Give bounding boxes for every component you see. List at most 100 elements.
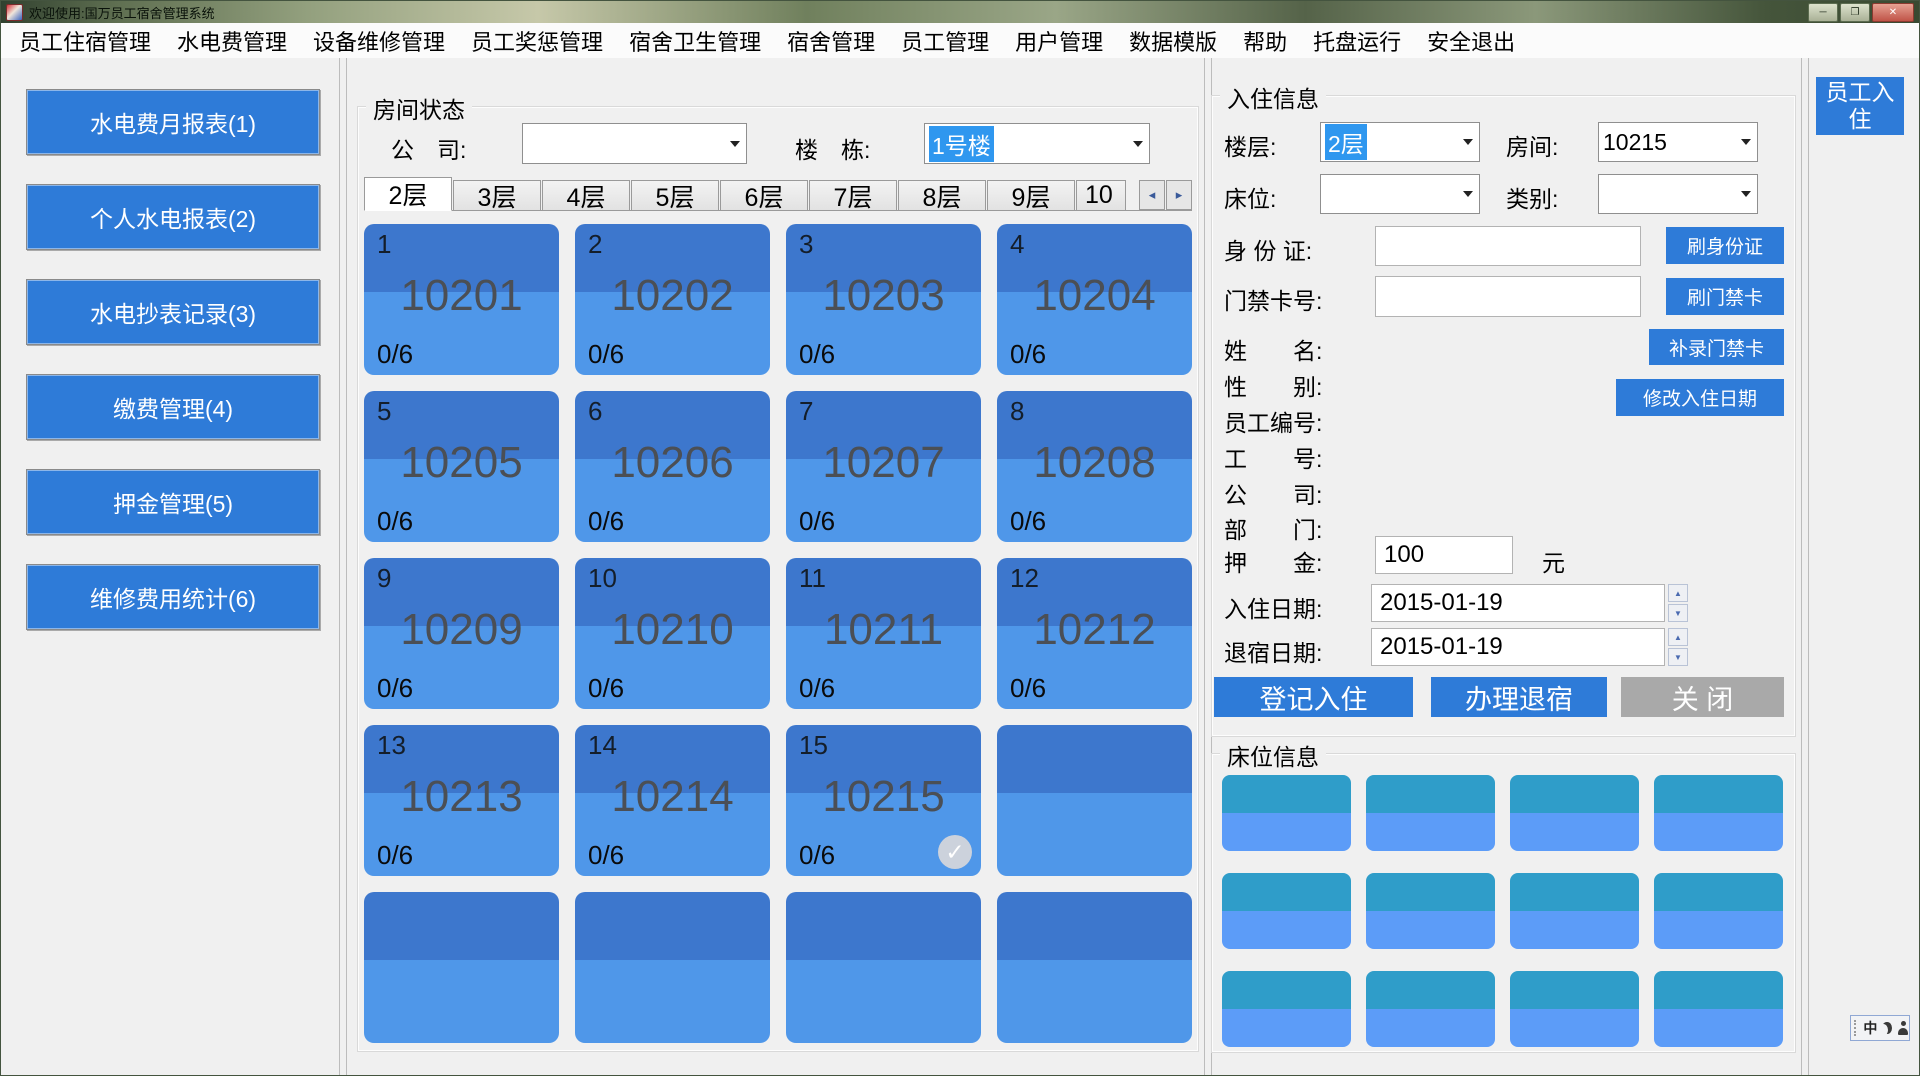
room-card-empty[interactable] <box>575 892 770 1043</box>
bed-card[interactable] <box>1366 873 1495 949</box>
room-occupancy: 0/6 <box>1010 506 1046 537</box>
room-card-10202[interactable]: 2 10202 0/6 <box>575 224 770 375</box>
deposit-input[interactable]: 100 <box>1375 536 1513 574</box>
bed-card[interactable] <box>1366 775 1495 851</box>
minimize-icon[interactable]: ─ <box>1808 3 1838 22</box>
process-checkout-button[interactable]: 办理退宿 <box>1431 677 1607 717</box>
title-bar: 欢迎使用:国万员工宿舍管理系统 ─ ❐ ✕ <box>1 1 1919 23</box>
spin-up-icon[interactable]: ▲ <box>1668 628 1688 646</box>
sidebar-button-personal-utility-report[interactable]: 个人水电报表(2) <box>26 184 320 250</box>
room-card-10204[interactable]: 4 10204 0/6 <box>997 224 1192 375</box>
room-card-10215[interactable]: 15 10215 0/6 ✓ <box>786 725 981 876</box>
company-select[interactable] <box>522 123 747 164</box>
room-card-10212[interactable]: 12 10212 0/6 <box>997 558 1192 709</box>
sidebar-button-meter-records[interactable]: 水电抄表记录(3) <box>26 279 320 345</box>
grip-icon[interactable] <box>1854 1020 1858 1036</box>
floor-tab-2[interactable]: 2层 <box>364 177 452 211</box>
tab-scroll-left-icon[interactable]: ◂ <box>1139 180 1165 210</box>
scan-id-button[interactable]: 刷身份证 <box>1666 227 1784 264</box>
bed-card[interactable] <box>1366 971 1495 1047</box>
room-select[interactable]: 10215 <box>1598 122 1758 162</box>
restore-icon[interactable]: ❐ <box>1840 3 1870 22</box>
spin-down-icon[interactable]: ▼ <box>1668 648 1688 666</box>
menu-item-utility-mgmt[interactable]: 水电费管理 <box>164 23 300 58</box>
menu-item-user[interactable]: 用户管理 <box>1002 23 1116 58</box>
floor-tab-5[interactable]: 5层 <box>631 180 719 210</box>
floor-tab-3[interactable]: 3层 <box>453 180 541 210</box>
gender-label: 性 别: <box>1224 368 1322 402</box>
room-card-10213[interactable]: 13 10213 0/6 <box>364 725 559 876</box>
close-button[interactable]: 关 闭 <box>1621 677 1784 717</box>
menu-item-tray[interactable]: 托盘运行 <box>1300 23 1414 58</box>
access-card-input[interactable] <box>1375 276 1641 317</box>
floor-tab-9[interactable]: 9层 <box>987 180 1075 210</box>
room-card-10209[interactable]: 9 10209 0/6 <box>364 558 559 709</box>
bed-card[interactable] <box>1510 775 1639 851</box>
floor-select[interactable]: 2层 <box>1320 122 1480 162</box>
menu-item-reward-mgmt[interactable]: 员工奖惩管理 <box>458 23 616 58</box>
bed-card[interactable] <box>1222 873 1351 949</box>
room-card-10211[interactable]: 11 10211 0/6 <box>786 558 981 709</box>
bed-grid <box>1222 775 1783 1047</box>
room-card-10206[interactable]: 6 10206 0/6 <box>575 391 770 542</box>
menu-item-exit[interactable]: 安全退出 <box>1414 23 1528 58</box>
menu-item-dormitory[interactable]: 宿舍管理 <box>774 23 888 58</box>
sidebar-button-repair-cost-stats[interactable]: 维修费用统计(6) <box>26 564 320 630</box>
bed-card[interactable] <box>1654 775 1783 851</box>
room-card-10207[interactable]: 7 10207 0/6 <box>786 391 981 542</box>
bed-card[interactable] <box>1222 775 1351 851</box>
id-card-input[interactable] <box>1375 226 1641 266</box>
room-card-empty[interactable] <box>997 725 1192 876</box>
room-card-empty[interactable] <box>997 892 1192 1043</box>
room-card-10201[interactable]: 1 10201 0/6 <box>364 224 559 375</box>
sidebar-button-monthly-utility-report[interactable]: 水电费月报表(1) <box>26 89 320 155</box>
company-label: 公 司: <box>391 131 466 165</box>
spin-down-icon[interactable]: ▼ <box>1668 604 1688 622</box>
category-select[interactable] <box>1598 174 1758 214</box>
room-card-10203[interactable]: 3 10203 0/6 <box>786 224 981 375</box>
spin-up-icon[interactable]: ▲ <box>1668 584 1688 602</box>
close-icon[interactable]: ✕ <box>1872 3 1914 22</box>
ime-language-indicator[interactable]: 中 <box>1863 1018 1877 1038</box>
menu-item-dorm-mgmt[interactable]: 员工住宿管理 <box>6 23 164 58</box>
floor-tab-6[interactable]: 6层 <box>720 180 808 210</box>
menu-item-help[interactable]: 帮助 <box>1230 23 1300 58</box>
room-card-10205[interactable]: 5 10205 0/6 <box>364 391 559 542</box>
room-number: 10208 <box>997 438 1192 488</box>
half-full-width-moon-icon[interactable] <box>1882 1022 1891 1034</box>
checkin-title: 入住信息 <box>1220 80 1326 114</box>
deposit-unit: 元 <box>1542 544 1565 578</box>
supplement-card-button[interactable]: 补录门禁卡 <box>1649 329 1784 365</box>
bed-card[interactable] <box>1510 971 1639 1047</box>
modify-checkin-date-button[interactable]: 修改入住日期 <box>1616 379 1784 416</box>
floor-tab-4[interactable]: 4层 <box>542 180 630 210</box>
bed-select[interactable] <box>1320 174 1480 214</box>
company-label: 公 司: <box>1224 476 1322 510</box>
tab-scroll-right-icon[interactable]: ▸ <box>1166 180 1192 210</box>
bed-card[interactable] <box>1654 873 1783 949</box>
register-checkin-button[interactable]: 登记入住 <box>1214 677 1413 717</box>
building-select[interactable]: 1号楼 <box>924 123 1150 164</box>
menu-item-employee[interactable]: 员工管理 <box>888 23 1002 58</box>
room-card-10210[interactable]: 10 10210 0/6 <box>575 558 770 709</box>
room-card-empty[interactable] <box>786 892 981 1043</box>
menu-item-hygiene-mgmt[interactable]: 宿舍卫生管理 <box>616 23 774 58</box>
room-card-empty[interactable] <box>364 892 559 1043</box>
room-card-10208[interactable]: 8 10208 0/6 <box>997 391 1192 542</box>
sidebar-button-deposit-mgmt[interactable]: 押金管理(5) <box>26 469 320 535</box>
bed-card[interactable] <box>1222 971 1351 1047</box>
bed-card[interactable] <box>1510 873 1639 949</box>
floor-tab-7[interactable]: 7层 <box>809 180 897 210</box>
menu-item-template[interactable]: 数据模版 <box>1116 23 1230 58</box>
bed-card[interactable] <box>1654 971 1783 1047</box>
employee-checkin-button[interactable]: 员工入住 <box>1816 77 1904 135</box>
room-card-10214[interactable]: 14 10214 0/6 <box>575 725 770 876</box>
checkin-date-input[interactable]: 2015-01-19 <box>1371 584 1665 622</box>
scan-access-card-button[interactable]: 刷门禁卡 <box>1666 278 1784 315</box>
checkout-date-input[interactable]: 2015-01-19 <box>1371 628 1665 666</box>
ime-user-icon[interactable] <box>1897 1021 1906 1035</box>
menu-item-repair-mgmt[interactable]: 设备维修管理 <box>300 23 458 58</box>
floor-tab-8[interactable]: 8层 <box>898 180 986 210</box>
floor-tab-10[interactable]: 10 <box>1076 180 1126 210</box>
sidebar-button-payment-mgmt[interactable]: 缴费管理(4) <box>26 374 320 440</box>
